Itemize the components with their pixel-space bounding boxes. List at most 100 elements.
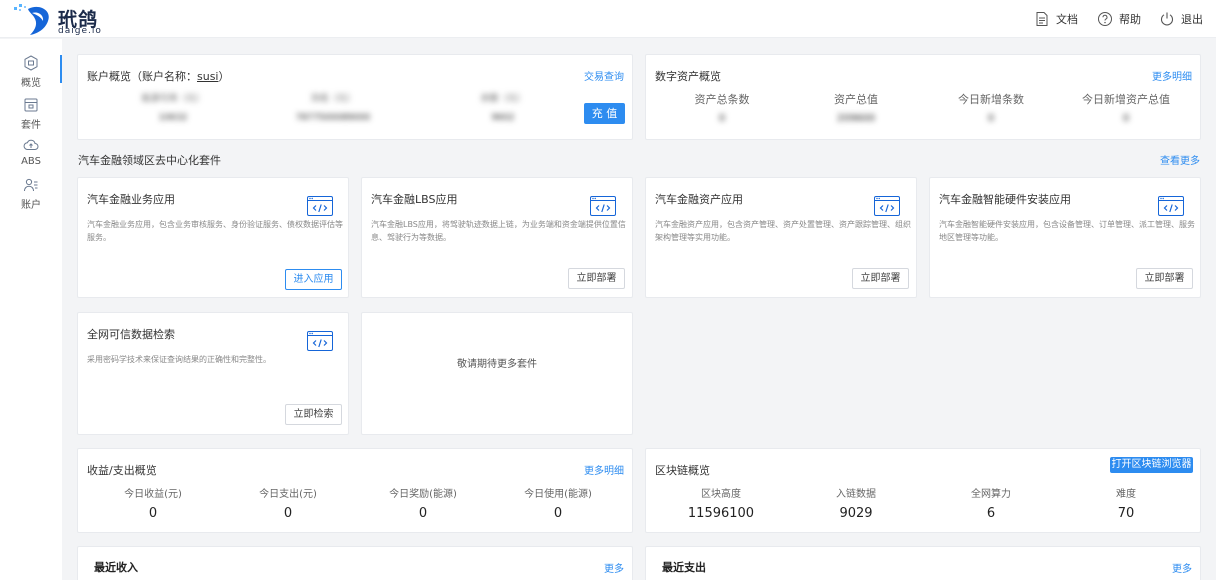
account-icon [24,178,38,192]
asset-total-label: 资产总值 [834,93,878,106]
blurred-label: 能源可用（元） [141,94,205,104]
blockchain-title: 区块链概览 [655,464,710,477]
blurred-value: 9602 [491,113,515,123]
account-username[interactable]: susi [197,70,219,83]
suite-title: 汽车金融资产应用 [655,193,743,206]
blurred-label: 冻结（元） [310,94,356,104]
income-overview-card: 收益/支出概览 更多明细 今日收益(元) 今日支出(元) 今日奖励(能源) 今日… [77,448,633,533]
today-expense-label: 今日支出(元) [259,489,317,500]
block-height-value: 11596100 [687,506,755,521]
income-details-link[interactable]: 更多明细 [584,462,624,477]
blurred-value: 7877500089000 [295,113,371,123]
help-icon [1098,12,1112,26]
suite-card-business: 汽车金融业务应用 汽车金融业务应用，包含业务审核服务、身份验证服务、债权数据评估… [77,177,349,298]
today-income-value: 0 [148,506,158,521]
power-icon [1160,12,1174,26]
suite-description: 汽车金融资产应用，包含资产管理、资产处置管理、资产跟踪管理、组织架构管理等实用功… [655,220,911,242]
sidebar-item-suites[interactable]: 套件 [0,97,62,137]
logout-label: 退出 [1181,13,1203,26]
today-reward-value: 0 [418,506,428,521]
view-more-suites-link[interactable]: 查看更多 [1160,152,1200,167]
today-usage-label: 今日使用(能源) [524,489,592,500]
suite-card-trusted-search: 全网可信数据检索 采用密码学技术来保证查询结果的正确性和完整性。 立即检索 [77,312,349,435]
enter-app-button[interactable]: 进入应用 [285,269,342,290]
deploy-button[interactable]: 立即部署 [852,268,909,289]
deploy-button[interactable]: 立即部署 [568,268,625,289]
suite-title: 汽车金融LBS应用 [371,193,458,206]
document-icon [1036,12,1048,26]
blockchain-overview-card: 区块链概览 打开区块链浏览器 区块高度 入链数据 全网算力 难度 1159610… [645,448,1201,533]
sidebar-item-overview[interactable]: 概览 [0,55,62,95]
asset-count-label: 资产总条数 [694,93,750,106]
code-icon [590,196,616,216]
suite-icon [24,98,38,112]
open-explorer-button[interactable]: 打开区块链浏览器 [1110,457,1193,473]
logo-bird-icon [14,4,49,35]
suite-description: 汽车金融业务应用，包含业务审核服务、身份验证服务、债权数据评估等服务。 [87,220,343,242]
asset-new-count-label: 今日新增条数 [958,93,1024,106]
sidebar-label: 概览 [21,78,41,89]
recent-income-title: 最近收入 [94,561,138,574]
suite-title: 汽车金融智能硬件安装应用 [939,193,1071,206]
suite-description: 汽车金融LBS应用，将驾驶轨迹数据上链，为业务端和资金端提供位置信息、驾驶行为等… [371,220,626,242]
today-reward-label: 今日奖励(能源) [389,489,457,500]
asset-new-count-value: 0 [987,113,995,124]
difficulty-label: 难度 [1116,489,1136,500]
coming-soon-text: 敬请期待更多套件 [457,359,537,370]
active-indicator [60,55,62,83]
recharge-button[interactable]: 充 值 [584,103,625,124]
suite-description: 采用密码学技术来保证查询结果的正确性和完整性。 [87,355,271,364]
sidebar-label: ABS [21,156,41,167]
sidebar: 概览 套件 ABS 账户 [0,39,62,580]
income-title: 收益/支出概览 [87,464,157,477]
docs-link[interactable]: 文档 [1034,10,1078,28]
difficulty-value: 70 [1117,506,1135,521]
code-icon [307,331,333,351]
recent-expense-more-link[interactable]: 更多 [1172,560,1192,575]
sidebar-item-account[interactable]: 账户 [0,177,62,217]
recent-income-more-link[interactable]: 更多 [604,560,624,575]
hash-power-value: 6 [986,506,996,521]
assets-details-link[interactable]: 更多明细 [1152,68,1192,83]
suite-description: 汽车金融智能硬件安装应用，包含设备管理、订单管理、派工管理、服务地区管理等功能。 [939,220,1195,242]
recent-income-card: 最近收入 更多 [77,546,633,580]
recent-expense-title: 最近支出 [662,561,706,574]
help-link[interactable]: 帮助 [1097,10,1141,28]
cloud-icon [23,139,39,151]
overview-icon [24,55,38,71]
asset-total-value: 209600 [836,113,876,124]
account-title: 账户概览（账户名称：susi） [87,70,230,83]
today-usage-value: 0 [553,506,563,521]
chain-data-label: 入链数据 [836,489,876,500]
suite-card-assets: 汽车金融资产应用 汽车金融资产应用，包含资产管理、资产处置管理、资产跟踪管理、组… [645,177,917,298]
assets-title: 数字资产概览 [655,70,721,83]
sidebar-item-abs[interactable]: ABS [0,137,62,177]
hash-power-label: 全网算力 [971,489,1011,500]
docs-label: 文档 [1056,13,1078,26]
suites-section-title: 汽车金融领域区去中心化套件 [78,154,221,167]
logo[interactable]: 玳鸽 daige.io [10,1,120,37]
blurred-value: 10632 [158,113,188,123]
asset-new-total-value: 0 [1122,113,1130,124]
deploy-button[interactable]: 立即部署 [1136,268,1193,289]
account-overview-card: 账户概览（账户名称：susi） 交易查询 能源可用（元） 冻结（元） 余额（元）… [77,54,633,140]
suite-card-hardware: 汽车金融智能硬件安装应用 汽车金融智能硬件安装应用，包含设备管理、订单管理、派工… [929,177,1201,298]
transaction-query-link[interactable]: 交易查询 [584,68,624,83]
suite-title: 全网可信数据检索 [87,328,175,341]
blurred-label: 余额（元） [480,94,526,104]
digital-assets-card: 数字资产概览 更多明细 资产总条数 资产总值 今日新增条数 今日新增资产总值 0… [645,54,1201,140]
recent-expense-card: 最近支出 更多 [645,546,1201,580]
sidebar-label: 账户 [21,200,41,211]
logo-subtext: daige.io [58,26,102,36]
help-label: 帮助 [1119,13,1141,26]
code-icon [874,196,900,216]
asset-count-value: 0 [718,113,726,124]
search-button[interactable]: 立即检索 [285,404,342,425]
sidebar-label: 套件 [21,120,41,131]
today-expense-value: 0 [283,506,293,521]
code-icon [307,196,333,216]
asset-new-total-label: 今日新增资产总值 [1082,93,1170,106]
today-income-label: 今日收益(元) [124,489,182,500]
top-header: 玳鸽 daige.io 文档 帮助 退出 [0,0,1216,38]
logout-link[interactable]: 退出 [1159,10,1203,28]
